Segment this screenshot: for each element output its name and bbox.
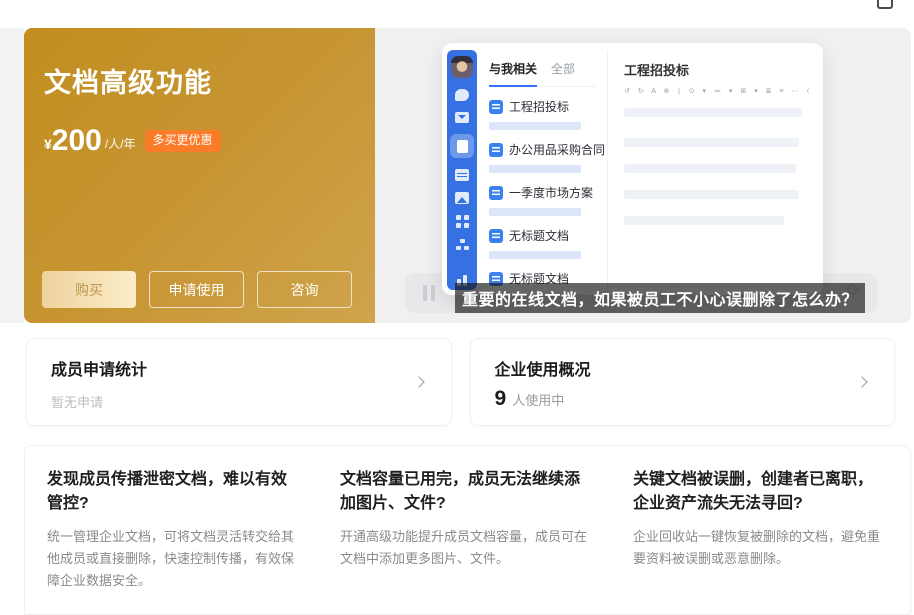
member-stats-card[interactable]: 成员申请统计 暂无申请 xyxy=(26,338,452,426)
tab-related: 与我相关 xyxy=(489,60,537,77)
card-title: 企业使用概况 xyxy=(495,356,871,380)
doc-placeholder-bar xyxy=(489,251,581,259)
feature-column: 关键文档被误删，创建者已离职，企业资产流失无法寻回? 企业回收站一键恢复被删除的… xyxy=(633,468,888,614)
doc-tabs: 与我相关 全部 xyxy=(489,60,595,87)
card-title: 成员申请统计 xyxy=(51,356,427,380)
usage-suffix: 人使用中 xyxy=(512,390,564,409)
promo-card: 文档高级功能 ¥ 200 /人/年 多买更优惠 购买 申请使用 咨询 xyxy=(24,28,375,323)
org-chart-icon xyxy=(456,239,469,251)
video-caption: 重要的在线文档，如果被员工不小心误删除了怎么办？ xyxy=(455,283,865,313)
editor-placeholder-lines xyxy=(624,108,809,225)
doc-file-icon xyxy=(489,100,503,114)
placeholder-line xyxy=(624,138,799,147)
usage-stats-card[interactable]: 企业使用概况 9 人使用中 xyxy=(470,338,896,426)
doc-file-icon xyxy=(489,229,503,243)
consult-button[interactable]: 咨询 xyxy=(257,271,352,308)
doc-list-item: 一季度市场方案 xyxy=(489,184,607,216)
mail-icon xyxy=(455,112,469,123)
placeholder-line xyxy=(624,108,802,117)
feature-body: 企业回收站一键恢复被删除的文档，避免重要资料被误删或恶意删除。 xyxy=(633,526,888,570)
doc-file-icon xyxy=(489,186,503,200)
feature-column: 发现成员传播泄密文档，难以有效管控? 统一管理企业文档，可将文档灵活转交给其他成… xyxy=(47,468,302,614)
video-player[interactable]: ⟳ 与我相关 全部 工程招投标 xyxy=(375,28,911,323)
usage-count: 9 xyxy=(495,387,507,411)
tab-all: 全部 xyxy=(551,60,575,77)
doc-title: 一季度市场方案 xyxy=(509,184,593,201)
video-mockup: 与我相关 全部 工程招投标 办公用品采购合同 一季度市场方案 无标题文档 xyxy=(442,43,823,295)
price-amount: 200 xyxy=(52,126,102,156)
mockup-sidebar xyxy=(447,50,477,290)
promo-buttons: 购买 申请使用 咨询 xyxy=(42,271,352,308)
image-icon xyxy=(455,192,469,204)
doc-list-panel: 与我相关 全部 工程招投标 办公用品采购合同 一季度市场方案 无标题文档 xyxy=(477,50,608,295)
hero-section: 文档高级功能 ¥ 200 /人/年 多买更优惠 购买 申请使用 咨询 ⟳ xyxy=(24,28,911,323)
feature-title: 文档容量已用完，成员无法继续添加图片、文件? xyxy=(340,468,595,516)
features-section: 发现成员传播泄密文档，难以有效管控? 统一管理企业文档，可将文档灵活转交给其他成… xyxy=(24,445,911,615)
empty-text: 暂无申请 xyxy=(51,392,427,411)
doc-icon xyxy=(457,140,468,153)
placeholder-line xyxy=(624,216,784,225)
pause-icon[interactable] xyxy=(423,285,427,301)
avatar xyxy=(451,56,473,78)
left-gutter xyxy=(0,28,24,323)
feature-title: 关键文档被误删，创建者已离职，企业资产流失无法寻回? xyxy=(633,468,888,516)
stats-row: 成员申请统计 暂无申请 企业使用概况 9 人使用中 xyxy=(26,338,895,426)
doc-file-icon xyxy=(489,143,503,157)
price-currency: ¥ xyxy=(44,136,52,156)
feature-title: 发现成员传播泄密文档，难以有效管控? xyxy=(47,468,302,516)
feature-body: 统一管理企业文档，可将文档灵活转交给其他成员或直接删除，快速控制传播，有效保障企… xyxy=(47,526,302,592)
editor-title: 工程招投标 xyxy=(624,60,809,79)
placeholder-line xyxy=(624,190,799,199)
editor-panel: 工程招投标 ↺ ↻ A ⊕ ∣ ⊙ ▾ ≔ ▾ ⊞ ▾ ≣ ≡ ⋯ ⊙ ▾ xyxy=(608,50,823,295)
sheet-icon xyxy=(455,169,469,181)
discount-badge: 多买更优惠 xyxy=(145,130,221,152)
price: ¥ 200 /人/年 多买更优惠 xyxy=(44,126,221,156)
doc-list-item: 无标题文档 xyxy=(489,227,607,259)
window-icon[interactable] xyxy=(877,0,893,9)
price-unit: /人/年 xyxy=(105,135,136,156)
apps-grid-icon xyxy=(456,215,469,228)
doc-list-item: 办公用品采购合同 xyxy=(489,141,607,173)
doc-list-item: 工程招投标 xyxy=(489,98,607,130)
feature-column: 文档容量已用完，成员无法继续添加图片、文件? 开通高级功能提升成员文档容量，成员… xyxy=(340,468,595,614)
placeholder-line xyxy=(624,164,796,173)
doc-title: 办公用品采购合同 xyxy=(509,141,605,158)
doc-title: 无标题文档 xyxy=(509,227,569,244)
chat-icon xyxy=(455,89,469,101)
editor-toolbar-icons: ↺ ↻ A ⊕ ∣ ⊙ ▾ ≔ ▾ ⊞ ▾ ≣ ≡ ⋯ ⊙ ▾ xyxy=(624,87,809,95)
doc-placeholder-bar xyxy=(489,122,581,130)
doc-placeholder-bar xyxy=(489,165,581,173)
buy-button[interactable]: 购买 xyxy=(42,271,136,308)
apply-button[interactable]: 申请使用 xyxy=(149,271,244,308)
doc-title: 工程招投标 xyxy=(509,98,569,115)
doc-placeholder-bar xyxy=(489,208,581,216)
feature-body: 开通高级功能提升成员文档容量，成员可在文档中添加更多图片、文件。 xyxy=(340,526,595,570)
promo-title: 文档高级功能 xyxy=(44,61,212,100)
docs-active-icon xyxy=(450,134,474,158)
